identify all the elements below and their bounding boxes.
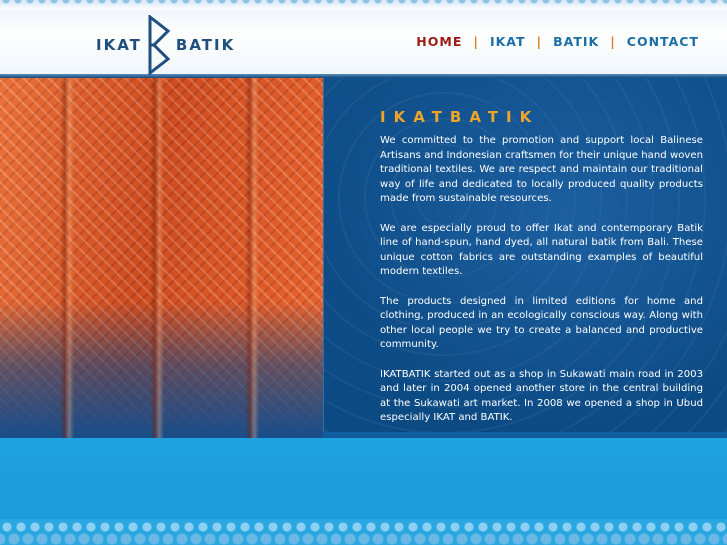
nav-ikat[interactable]: IKAT: [490, 34, 526, 49]
paragraph-1: We committed to the promotion and suppor…: [380, 135, 703, 205]
nav-separator: |: [610, 34, 616, 49]
content-text: We committed to the promotion and suppor…: [380, 134, 703, 440]
ikat-fabric-image: [0, 78, 323, 438]
logo-left-word: IKAT: [96, 36, 142, 54]
paragraph-3: The products designed in limited edition…: [380, 295, 703, 351]
paragraph-4: IKATBATIK started out as a shop in Sukaw…: [380, 368, 703, 424]
nav-contact[interactable]: CONTACT: [627, 34, 699, 49]
nav-separator: |: [536, 34, 543, 49]
paragraph-2: We are especially proud to offer Ikat an…: [380, 222, 703, 278]
logo-b-mark-icon: [148, 15, 171, 75]
main-nav: HOME | IKAT | BATIK | CONTACT: [416, 34, 699, 49]
nav-separator: |: [473, 34, 479, 49]
top-lace-border: [0, 0, 727, 10]
site-logo[interactable]: IKAT BATIK: [96, 14, 235, 76]
content-title: IKATBATIK: [380, 108, 540, 126]
bottom-lace-border: [0, 519, 727, 545]
nav-batik[interactable]: BATIK: [553, 34, 599, 49]
nav-home[interactable]: HOME: [416, 34, 462, 49]
logo-right-word: BATIK: [175, 36, 236, 54]
